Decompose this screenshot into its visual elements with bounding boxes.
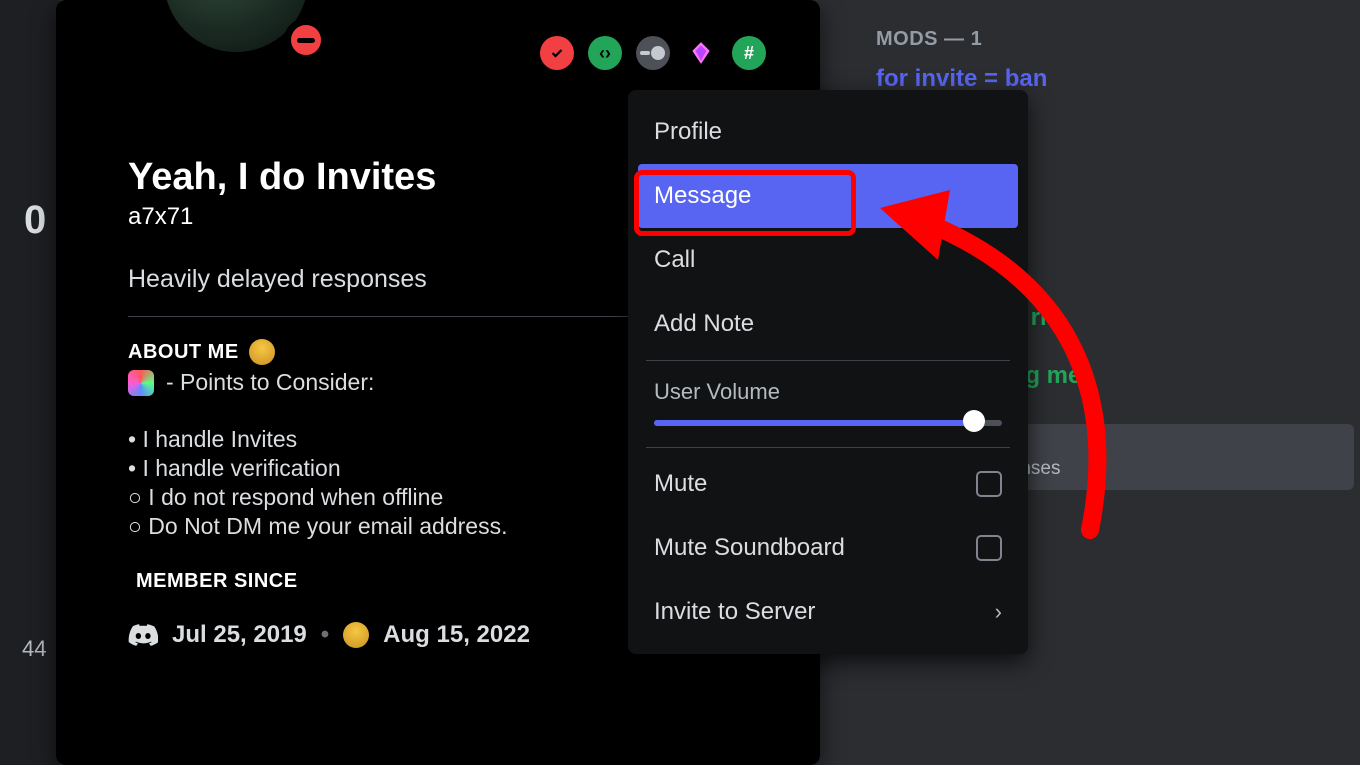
menu-separator	[646, 360, 1010, 361]
menu-add-note[interactable]: Add Note	[638, 292, 1018, 356]
menu-invite-server[interactable]: Invite to Server ›	[638, 580, 1018, 644]
divider	[128, 316, 668, 317]
member-name: for invite = ban	[876, 65, 1352, 93]
checkbox-icon[interactable]	[976, 471, 1002, 497]
bug-hunter-badge-icon	[540, 36, 574, 70]
menu-mute-soundboard[interactable]: Mute Soundboard	[638, 516, 1018, 580]
member-group-mods: MODS — 1	[876, 28, 1360, 51]
profile-badges: ‹› #	[540, 36, 766, 70]
menu-message[interactable]: Message	[638, 164, 1018, 228]
menu-volume-label: User Volume	[638, 365, 1018, 411]
badge-count: 44	[22, 636, 46, 662]
tag-badge-icon: #	[732, 36, 766, 70]
emoji-icon	[249, 339, 275, 365]
chevron-right-icon: ›	[995, 599, 1002, 625]
nitro-badge-icon	[636, 36, 670, 70]
discord-icon	[128, 623, 158, 647]
volume-slider[interactable]	[654, 417, 1002, 427]
menu-profile[interactable]: Profile	[638, 100, 1018, 164]
checkbox-icon[interactable]	[976, 535, 1002, 561]
menu-mute[interactable]: Mute	[638, 452, 1018, 516]
server-icon	[343, 622, 369, 648]
menu-separator	[646, 447, 1010, 448]
boost-badge-icon	[684, 36, 718, 70]
menu-call[interactable]: Call	[638, 228, 1018, 292]
emoji-icon	[128, 370, 154, 396]
active-dev-badge-icon: ‹›	[588, 36, 622, 70]
dnd-status-icon	[284, 18, 328, 62]
user-context-menu: Profile Message Call Add Note User Volum…	[628, 90, 1028, 654]
